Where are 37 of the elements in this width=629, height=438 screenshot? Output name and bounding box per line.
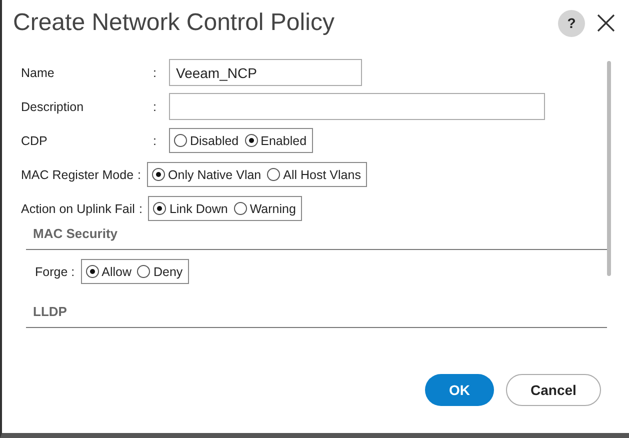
radio-button[interactable] bbox=[244, 134, 258, 147]
cancel-button[interactable]: Cancel bbox=[506, 374, 601, 406]
scrollbar[interactable] bbox=[607, 61, 611, 276]
colon: : bbox=[138, 202, 142, 216]
text-field[interactable] bbox=[169, 93, 545, 120]
field-label: MAC Register Mode bbox=[21, 168, 134, 182]
radio-button[interactable] bbox=[86, 265, 99, 278]
field-label: CDP bbox=[21, 134, 48, 148]
radio-button[interactable] bbox=[153, 202, 166, 215]
radio-button[interactable] bbox=[174, 134, 187, 147]
field-label: Description bbox=[21, 100, 85, 114]
radio-label[interactable]: All Host Vlans bbox=[283, 168, 361, 182]
colon: : bbox=[136, 168, 142, 182]
field-label: Forge : bbox=[35, 264, 75, 278]
colon: : bbox=[152, 66, 158, 80]
field-label: Name bbox=[21, 66, 56, 80]
ok-button[interactable]: OK bbox=[425, 374, 494, 406]
colon: : bbox=[152, 134, 158, 148]
radio-label[interactable]: Deny bbox=[153, 264, 183, 278]
text-field[interactable]: Veeam_NCP bbox=[169, 59, 362, 86]
radio-label[interactable]: Warning bbox=[250, 202, 296, 216]
radio-button[interactable] bbox=[267, 168, 280, 181]
radio-button[interactable] bbox=[152, 168, 166, 181]
dialog-title: Create Network Control Policy bbox=[13, 9, 336, 37]
help-button[interactable]: ? bbox=[558, 10, 585, 36]
radio-label[interactable]: Disabled bbox=[190, 134, 239, 148]
radio-button[interactable] bbox=[234, 202, 247, 215]
radio-label[interactable]: Only Native Vlan bbox=[168, 168, 262, 182]
radio-label[interactable]: Enabled bbox=[260, 134, 307, 148]
radio-label[interactable]: Link Down bbox=[169, 202, 228, 216]
section-heading: MAC Security bbox=[26, 226, 607, 250]
radio-label[interactable]: Allow bbox=[102, 264, 132, 278]
close-icon[interactable] bbox=[597, 14, 615, 32]
colon: : bbox=[152, 100, 158, 114]
radio-button[interactable] bbox=[137, 265, 150, 278]
section-heading: LLDP bbox=[26, 304, 607, 328]
field-label: Action on Uplink Fail bbox=[21, 202, 135, 216]
